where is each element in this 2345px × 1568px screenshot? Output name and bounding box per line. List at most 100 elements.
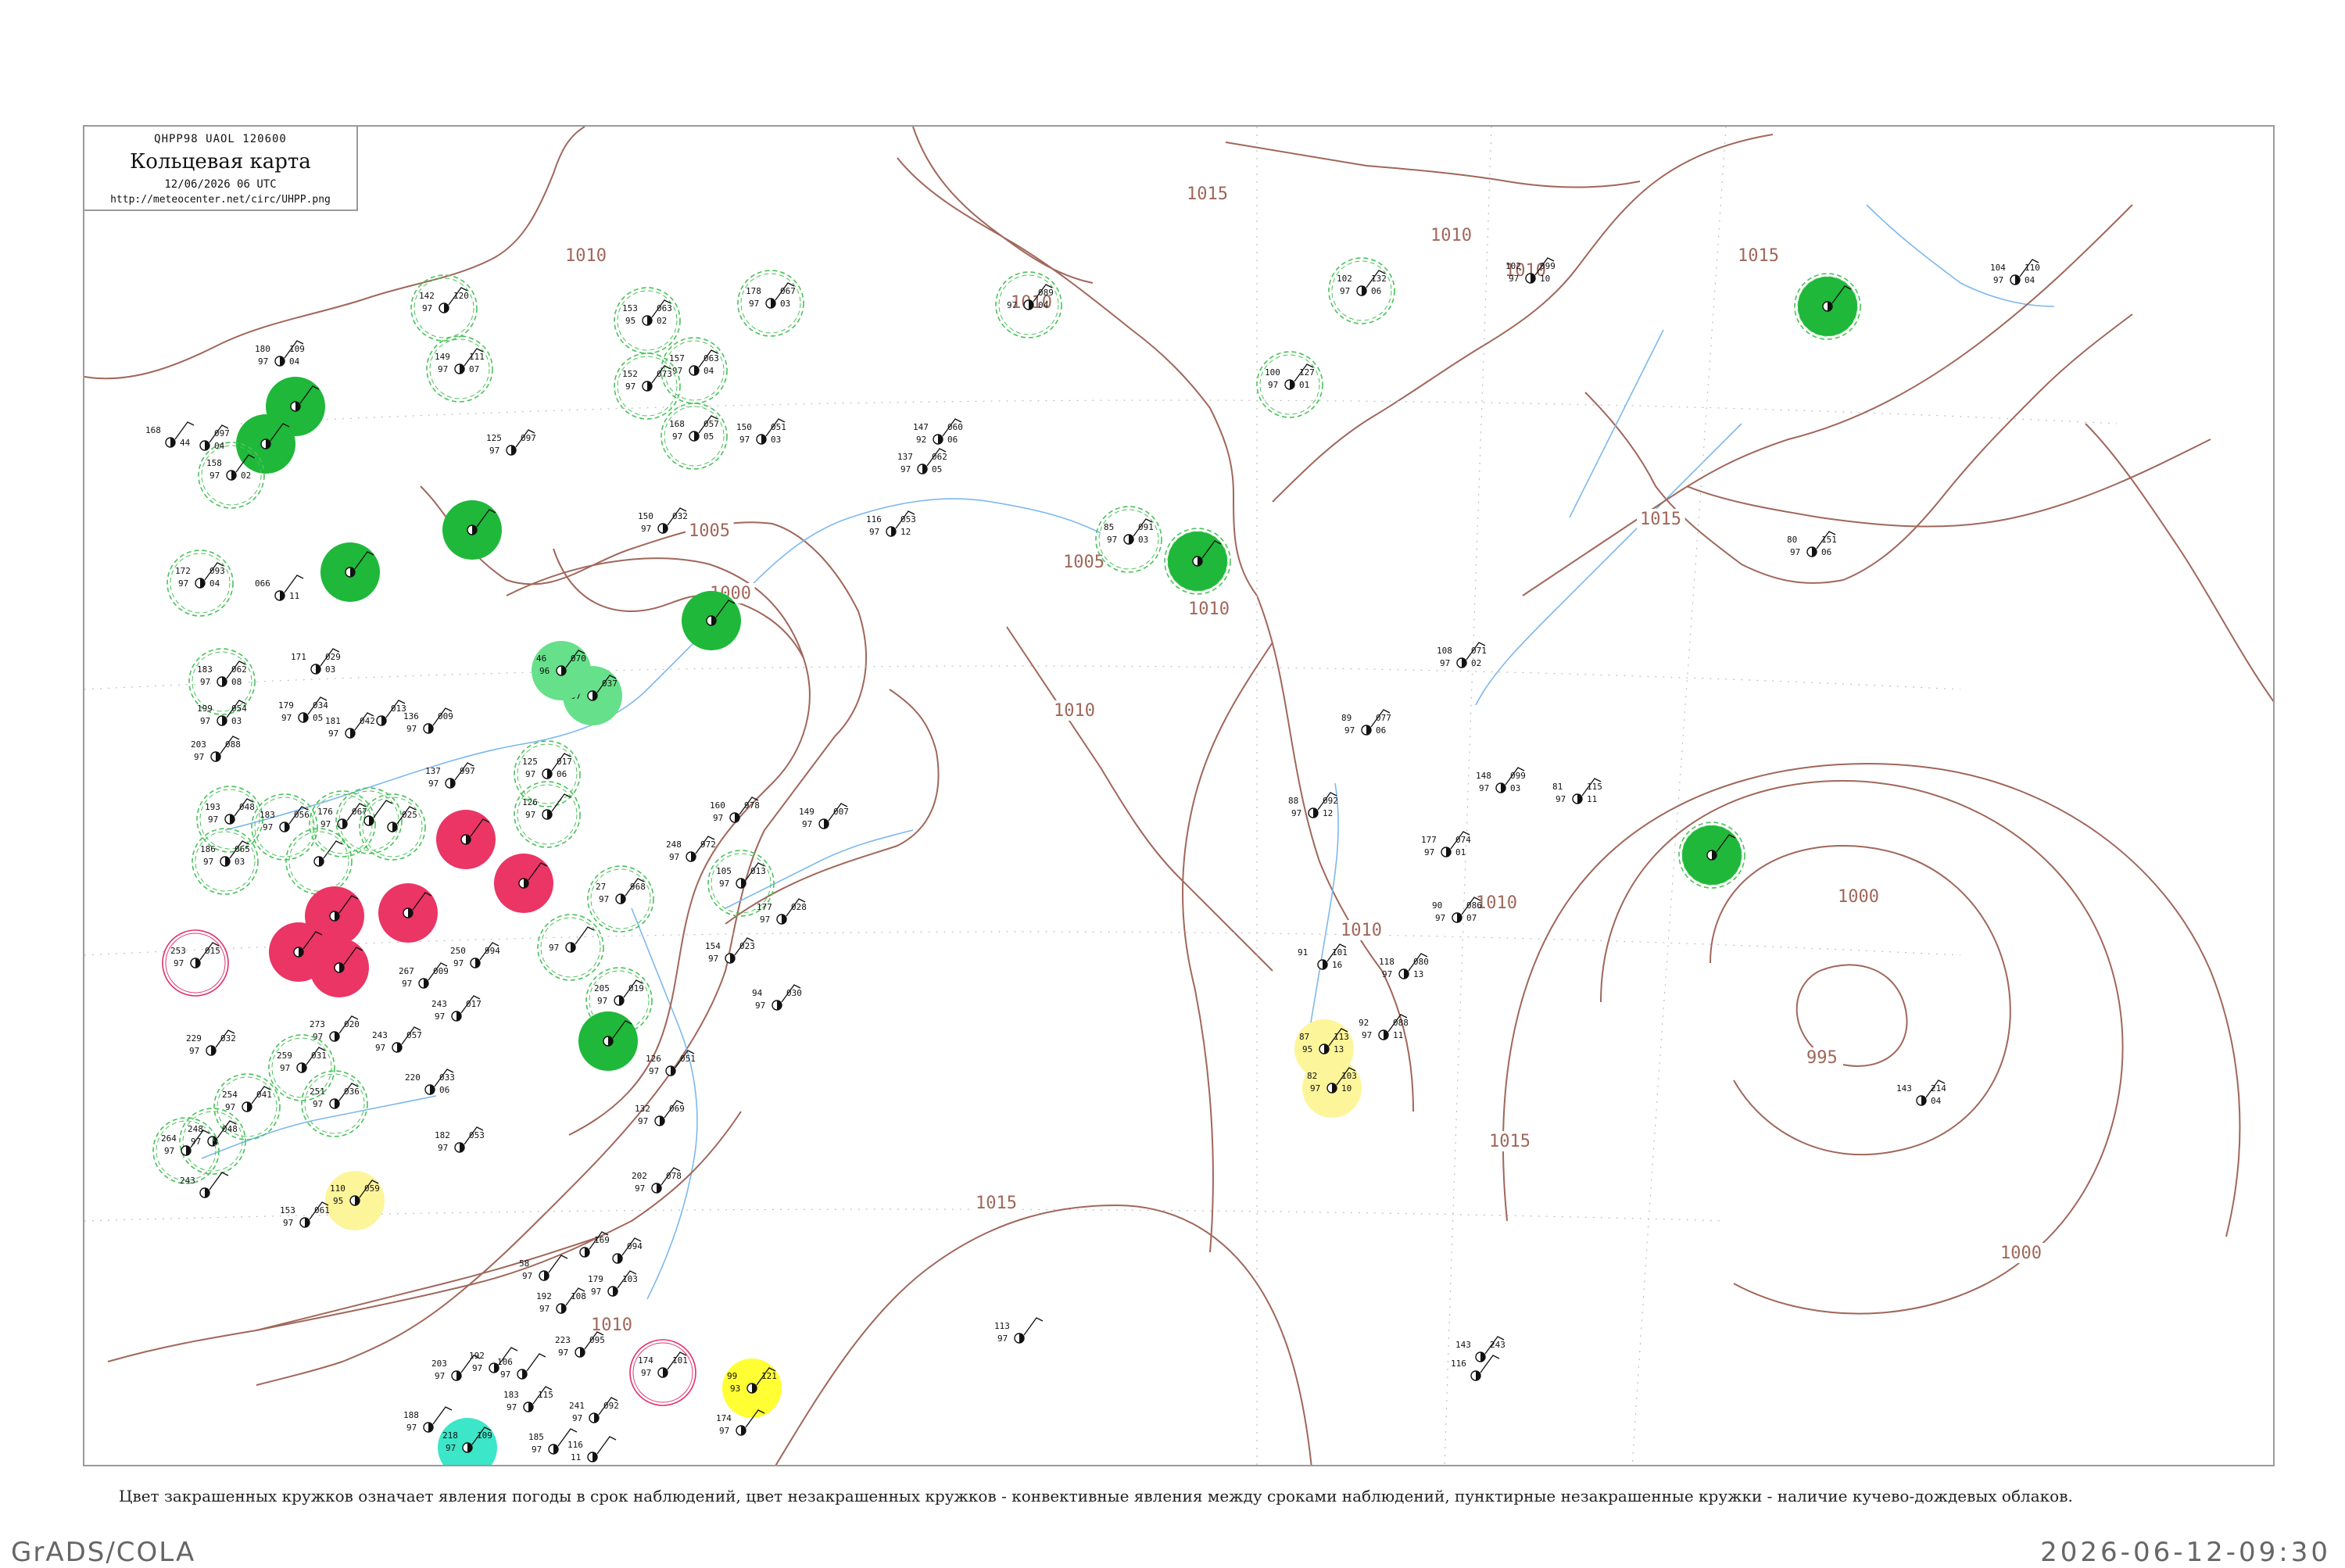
station-plot: 149 007 97 xyxy=(799,803,849,829)
station-pressure-tendency: 08 xyxy=(231,677,242,687)
station-plot: 158 97 02 xyxy=(198,442,265,509)
station-plot: 100 127 97 01 xyxy=(1256,351,1323,418)
bulletin-code: QHPP98 UAOL 120600 xyxy=(154,133,287,145)
station-plot xyxy=(310,938,369,997)
river-8 xyxy=(1866,204,2055,307)
station-pressure: 110 xyxy=(2025,263,2040,273)
station-visibility: 97 xyxy=(1344,725,1355,736)
station-plot: 88 092 97 12 xyxy=(1288,792,1338,818)
station-pressure: 169 xyxy=(594,1235,610,1245)
isobar-label: 1015 xyxy=(1738,246,1779,266)
coastline-kamchatka-east xyxy=(1584,313,2133,584)
station-visibility: 97 xyxy=(438,1143,448,1153)
station-plot: 168 057 97 05 xyxy=(661,403,728,470)
station-temperature: 80 xyxy=(1787,535,1797,545)
station-pressure: 091 xyxy=(1138,522,1154,532)
station-pressure: 120 xyxy=(453,291,469,301)
footer-timestamp: 2026-06-12-09:30 xyxy=(2040,1537,2331,1568)
station-temperature: 168 xyxy=(669,419,685,429)
station-visibility: 97 xyxy=(558,1348,568,1358)
station-pressure: 033 xyxy=(439,1072,455,1083)
isobar-label: 995 xyxy=(1806,1048,1838,1068)
isobar-label: 1010 xyxy=(1054,701,1095,721)
isobar-label: 1010 xyxy=(1476,893,1517,913)
station-pressure: 032 xyxy=(672,511,688,521)
station-plot xyxy=(436,810,496,869)
station-plot: 5897 xyxy=(519,1255,568,1281)
station-pressure: 015 xyxy=(205,946,220,956)
station-plot: 150 051 97 03 xyxy=(736,418,786,445)
station-temperature: 243 xyxy=(431,999,447,1009)
station-plot: 104 110 97 04 xyxy=(1990,259,2040,285)
isobar-label: 1005 xyxy=(1063,553,1104,572)
station-pressure: 092 xyxy=(1323,796,1338,806)
station-plot: 102 132 97 06 xyxy=(1328,257,1395,324)
station-visibility: 93 xyxy=(730,1384,740,1394)
station-visibility: 97 xyxy=(500,1369,510,1380)
station-visibility: 97 xyxy=(435,1371,445,1381)
station-visibility: 97 xyxy=(749,299,759,309)
station-temperature: 183 xyxy=(197,664,213,675)
graticule-line-6 xyxy=(1444,127,1492,1465)
station-plot: 81 115 97 11 xyxy=(1552,778,1602,804)
station-pressure-tendency: 05 xyxy=(313,713,323,723)
station-visibility: 95 xyxy=(333,1196,343,1206)
station-pressure: 997 xyxy=(460,766,475,776)
station-plot: 250 994 97 xyxy=(450,942,500,968)
station-visibility: 97 xyxy=(472,1363,482,1373)
station-pressure: 109 xyxy=(289,344,305,354)
station-visibility: 97 xyxy=(599,894,609,904)
station-temperature: 125 xyxy=(486,433,502,443)
station-temperature: 89 xyxy=(1341,713,1352,723)
map-title: Кольцевая карта xyxy=(130,150,311,174)
station-pressure-tendency: 01 xyxy=(1299,380,1309,390)
station-temperature: 172 xyxy=(175,566,191,576)
station-pressure: 109 xyxy=(477,1430,492,1441)
station-pressure: 214 xyxy=(1931,1083,1946,1094)
station-pressure: 041 xyxy=(256,1090,272,1100)
station-pressure: 103 xyxy=(622,1274,638,1284)
station-pressure-tendency: 06 xyxy=(1371,286,1381,296)
station-pressure-tendency: 12 xyxy=(900,527,911,537)
station-pressure: 101 xyxy=(1332,947,1348,958)
station-pressure: 243 xyxy=(1490,1340,1505,1350)
station-temperature: 91 xyxy=(1298,947,1308,958)
station-visibility: 97 xyxy=(708,954,718,964)
station-visibility: 97 xyxy=(189,1046,199,1056)
station-temperature: 108 xyxy=(1437,646,1452,656)
isobar-1010-south xyxy=(107,1111,742,1362)
station-pressure: 088 xyxy=(225,739,241,750)
station-pressure: 061 xyxy=(314,1205,330,1215)
station-temperature: 066 xyxy=(255,578,270,589)
station-pressure: 031 xyxy=(311,1051,327,1061)
station-plot: 172 093 97 04 xyxy=(166,550,234,617)
station-temperature: 104 xyxy=(1990,263,2006,273)
station-visibility: 97 xyxy=(1993,275,2003,285)
station-plot: 108 071 97 02 xyxy=(1437,642,1487,668)
station-visibility: 97 xyxy=(625,381,635,392)
station-temperature: 182 xyxy=(435,1130,450,1140)
station-pressure: 023 xyxy=(739,941,755,951)
station-temperature: 248 xyxy=(188,1124,203,1134)
station-visibility: 97 xyxy=(280,1063,290,1073)
station-plot: 89 077 97 06 xyxy=(1341,709,1391,736)
station-temperature: 125 xyxy=(522,757,538,767)
station-pressure: 060 xyxy=(947,422,963,432)
station-pressure: 048 xyxy=(222,1124,238,1134)
station-plot xyxy=(378,883,438,943)
station-visibility: 97 xyxy=(672,366,682,376)
station-visibility: 97 xyxy=(435,1011,445,1022)
station-pressure: 097 xyxy=(521,433,536,443)
station-temperature: 85 xyxy=(1104,522,1114,532)
station-visibility: 97 xyxy=(422,303,432,313)
station-plot: 183 115 97 xyxy=(503,1386,553,1412)
station-pressure-tendency: 04 xyxy=(209,578,220,589)
station-pressure-tendency: 11 xyxy=(1393,1030,1403,1040)
station-pressure-tendency: 03 xyxy=(325,664,335,675)
station-plot: 46 070 96 xyxy=(532,641,591,700)
station-plot: 025 xyxy=(359,793,426,861)
station-pressure-tendency: 04 xyxy=(1038,300,1049,310)
station-plot: 11397 xyxy=(994,1317,1044,1344)
station-visibility: 97 xyxy=(428,779,439,789)
station-temperature: 88 xyxy=(1288,796,1298,806)
